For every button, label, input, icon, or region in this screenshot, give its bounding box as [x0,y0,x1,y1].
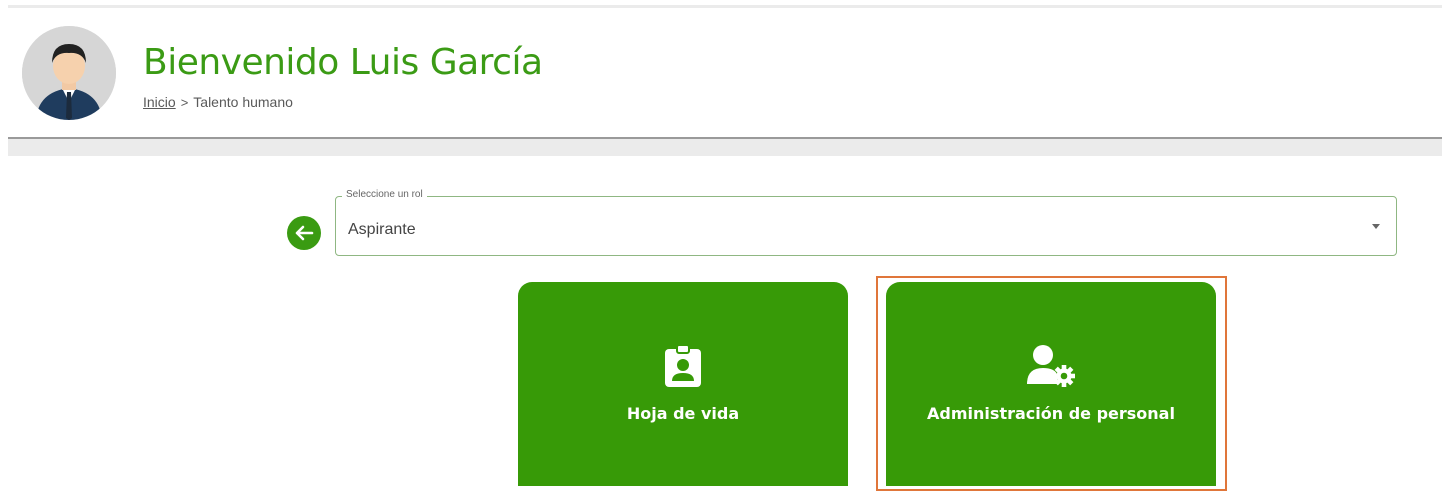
role-select-label: Seleccione un rol [342,189,427,200]
user-gear-icon [1026,344,1076,393]
breadcrumb-separator: > [180,95,189,110]
page-header: Bienvenido Luis García Inicio > Talento hu… [8,8,1442,138]
breadcrumb: Inicio > Talento humano [143,94,293,110]
header-band [8,139,1442,156]
cv-card-label: Hoja de vida [626,404,740,423]
avatar [22,26,116,120]
page-title: Bienvenido Luis García [143,42,543,83]
breadcrumb-current: Talento humano [193,94,293,110]
id-badge-icon [663,344,703,393]
personnel-admin-card-label: Administración de personal [927,404,1175,423]
back-button[interactable] [287,216,321,250]
role-select-value: Aspirante [348,221,416,238]
arrow-left-icon [287,216,321,250]
role-select[interactable]: Seleccione un rol Aspirante [335,189,1397,256]
cv-card[interactable]: Hoja de vida [518,282,848,486]
breadcrumb-home-link[interactable]: Inicio [143,94,176,110]
personnel-admin-card[interactable]: Administración de personal [886,282,1216,486]
caret-down-icon [1372,224,1380,229]
